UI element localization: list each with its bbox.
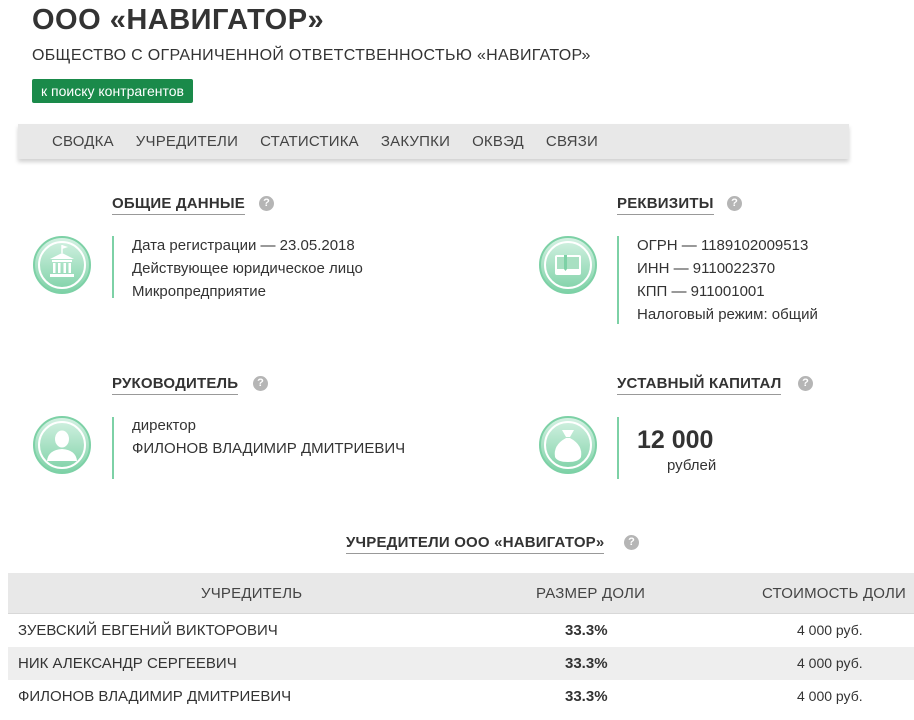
section-nav: СВОДКА УЧРЕДИТЕЛИ СТАТИСТИКА ЗАКУПКИ ОКВ…: [18, 124, 849, 159]
divider: [112, 236, 114, 298]
help-icon[interactable]: ?: [624, 535, 639, 550]
director-name: ФИЛОНОВ ВЛАДИМИР ДМИТРИЕВИЧ: [132, 440, 406, 457]
founder-share: 33.3%: [565, 688, 608, 705]
person-icon: [33, 416, 91, 474]
tab-founders[interactable]: УЧРЕДИТЕЛИ: [136, 133, 238, 150]
general-data-list: Дата регистрации — 23.05.2018 Действующе…: [132, 234, 363, 303]
help-icon[interactable]: ?: [259, 196, 274, 211]
founders-table-header: УЧРЕДИТЕЛЬ РАЗМЕР ДОЛИ СТОИМОСТЬ ДОЛИ: [8, 573, 914, 614]
divider: [617, 236, 619, 324]
company-full-name: ОБЩЕСТВО С ОГРАНИЧЕННОЙ ОТВЕТСТВЕННОСТЬЮ…: [32, 47, 591, 64]
ogrn: ОГРН — 1189102009513: [637, 237, 809, 254]
founder-share: 33.3%: [565, 622, 608, 639]
column-founder: УЧРЕДИТЕЛЬ: [201, 585, 303, 602]
tab-purchases[interactable]: ЗАКУПКИ: [381, 133, 450, 150]
general-data-heading: ОБЩИЕ ДАННЫЕ: [112, 195, 245, 215]
inn: ИНН — 9110022370: [637, 260, 776, 277]
enterprise-size: Микропредприятие: [132, 283, 266, 300]
help-icon[interactable]: ?: [727, 196, 742, 211]
founder-name: НИК АЛЕКСАНДР СЕРГЕЕВИЧ: [18, 655, 237, 672]
capital-amount: 12 000: [637, 426, 714, 454]
tab-connections[interactable]: СВЯЗИ: [546, 133, 598, 150]
help-icon[interactable]: ?: [253, 376, 268, 391]
tab-summary[interactable]: СВОДКА: [52, 133, 114, 150]
director-position: директор: [132, 417, 196, 434]
table-row: ФИЛОНОВ ВЛАДИМИР ДМИТРИЕВИЧ 33.3% 4 000 …: [8, 680, 914, 713]
help-icon[interactable]: ?: [798, 376, 813, 391]
capital-unit: рублей: [667, 457, 717, 474]
requisites-heading: РЕКВИЗИТЫ: [617, 195, 714, 215]
tab-okved[interactable]: ОКВЭД: [472, 133, 524, 150]
legal-status: Действующее юридическое лицо: [132, 260, 363, 277]
director-heading: РУКОВОДИТЕЛЬ: [112, 375, 239, 395]
table-row: ЗУЕВСКИЙ ЕВГЕНИЙ ВИКТОРОВИЧ 33.3% 4 000 …: [8, 614, 914, 647]
founder-cost: 4 000 руб.: [797, 688, 863, 704]
tax-regime: Налоговый режим: общий: [637, 306, 818, 323]
book-icon: [539, 236, 597, 294]
back-to-search-button[interactable]: к поиску контрагентов: [32, 79, 193, 103]
requisites-list: ОГРН — 1189102009513 ИНН — 9110022370 КП…: [637, 234, 818, 326]
building-icon: [33, 236, 91, 294]
money-bag-icon: [539, 416, 597, 474]
company-title: ООО «НАВИГАТОР»: [32, 4, 325, 36]
table-row: НИК АЛЕКСАНДР СЕРГЕЕВИЧ 33.3% 4 000 руб.: [8, 647, 914, 680]
column-share-cost: СТОИМОСТЬ ДОЛИ: [762, 585, 907, 602]
founder-name: ЗУЕВСКИЙ ЕВГЕНИЙ ВИКТОРОВИЧ: [18, 622, 278, 639]
founder-share: 33.3%: [565, 655, 608, 672]
founders-heading: УЧРЕДИТЕЛИ ООО «НАВИГАТОР»: [346, 534, 605, 554]
column-share-size: РАЗМЕР ДОЛИ: [536, 585, 646, 602]
registration-date: Дата регистрации — 23.05.2018: [132, 237, 355, 254]
founder-cost: 4 000 руб.: [797, 622, 863, 638]
director-info: директор ФИЛОНОВ ВЛАДИМИР ДМИТРИЕВИЧ: [132, 414, 405, 460]
kpp: КПП — 911001001: [637, 283, 765, 300]
founder-name: ФИЛОНОВ ВЛАДИМИР ДМИТРИЕВИЧ: [18, 688, 292, 705]
founder-cost: 4 000 руб.: [797, 655, 863, 671]
capital-heading: УСТАВНЫЙ КАПИТАЛ: [617, 375, 782, 395]
divider: [112, 417, 114, 479]
divider: [617, 417, 619, 479]
tab-statistics[interactable]: СТАТИСТИКА: [260, 133, 359, 150]
